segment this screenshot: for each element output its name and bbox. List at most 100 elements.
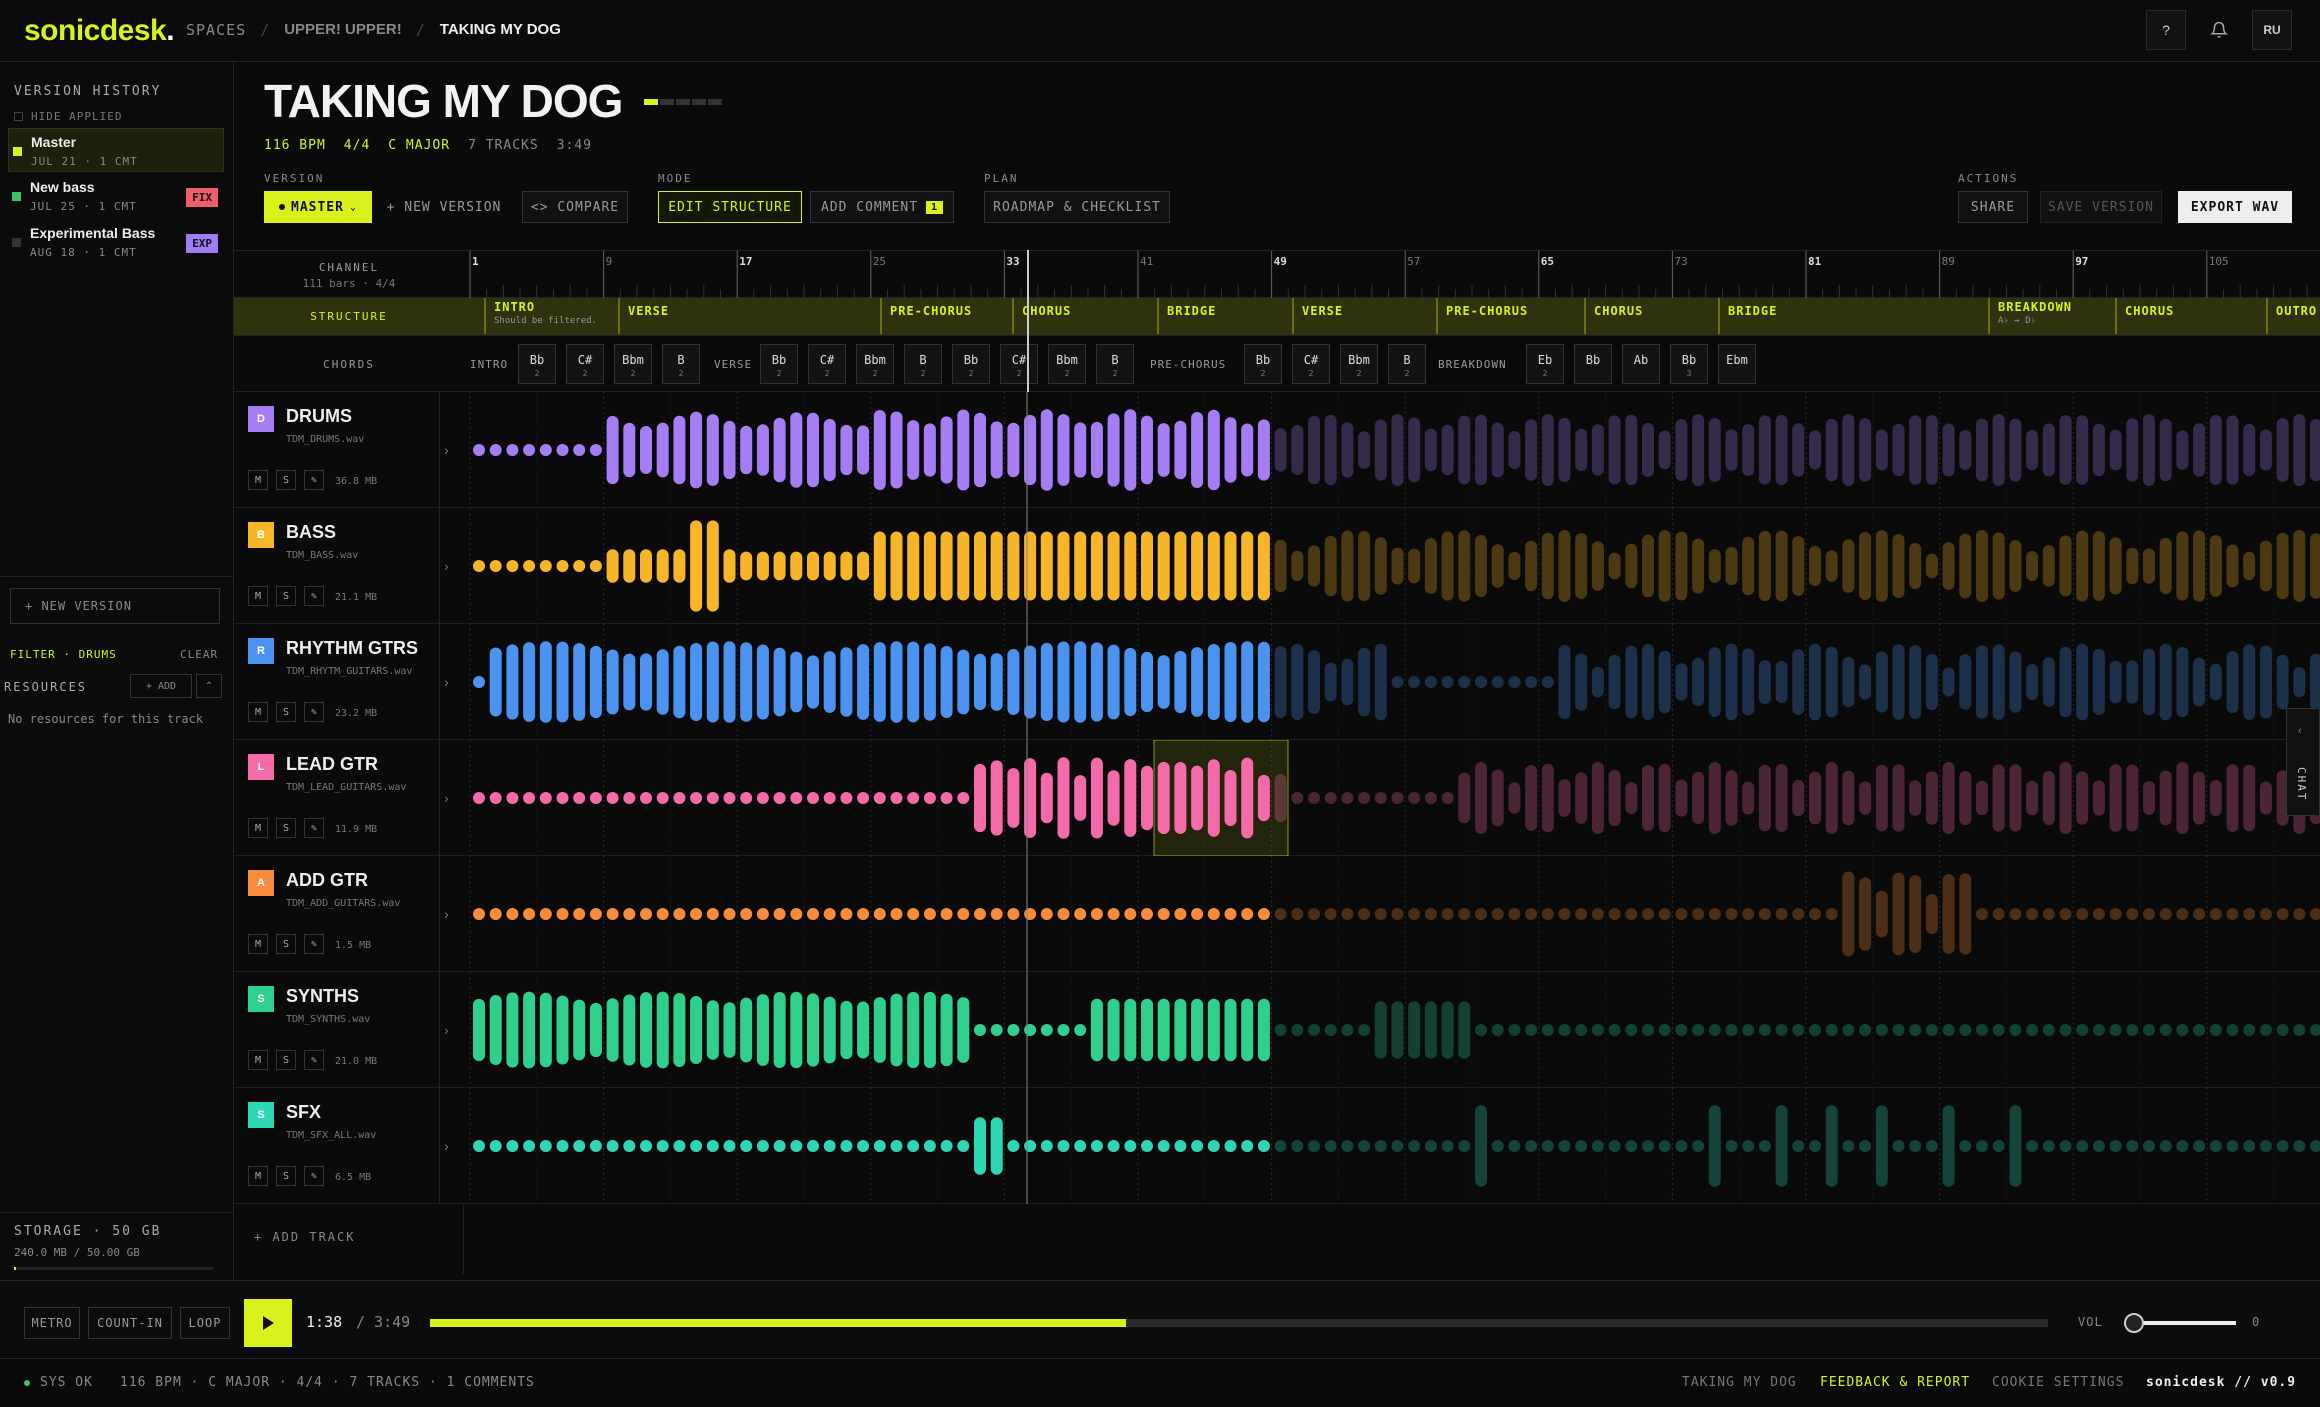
track-waveform[interactable] — [466, 392, 2320, 508]
chord-block[interactable]: Bbm 2 — [856, 344, 894, 384]
expand-track-icon[interactable]: › — [444, 790, 449, 806]
chord-block[interactable]: Bb 2 — [760, 344, 798, 384]
clear-filter-button[interactable]: CLEAR — [180, 648, 218, 661]
edit-track-button[interactable]: ✎ — [304, 1050, 324, 1070]
edit-track-button[interactable]: ✎ — [304, 470, 324, 490]
track-waveform[interactable] — [466, 1088, 2320, 1204]
solo-button[interactable]: S — [276, 818, 296, 838]
add-track-button[interactable]: + ADD TRACK — [254, 1230, 355, 1244]
chord-block[interactable]: Bb 3 — [1670, 344, 1708, 384]
status-song[interactable]: TAKING MY DOG — [1682, 1375, 1797, 1390]
structure-section-outro[interactable]: OUTRO — [2266, 298, 2320, 334]
chord-block[interactable]: Bb 2 — [518, 344, 556, 384]
chord-block[interactable]: B2 — [1388, 344, 1426, 384]
solo-button[interactable]: S — [276, 702, 296, 722]
structure-section-chorus[interactable]: CHORUS — [2115, 298, 2266, 334]
chord-block[interactable]: B2 — [1096, 344, 1134, 384]
compare-button[interactable]: <> COMPARE — [522, 191, 628, 223]
expand-track-icon[interactable]: › — [444, 558, 449, 574]
chord-block[interactable]: C# 2 — [566, 344, 604, 384]
feedback-link[interactable]: FEEDBACK & REPORT — [1820, 1375, 1970, 1390]
expand-track-icon[interactable]: › — [444, 1138, 449, 1154]
solo-button[interactable]: S — [276, 934, 296, 954]
expand-track-icon[interactable]: › — [444, 442, 449, 458]
track-row-lead-gtr[interactable]: L LEAD GTR TDM_LEAD_GUITARS.wav M S ✎ 11.9 MB › — [234, 740, 2320, 856]
solo-button[interactable]: S — [276, 586, 296, 606]
expand-track-icon[interactable]: › — [444, 674, 449, 690]
structure-section-verse[interactable]: VERSE — [1292, 298, 1432, 334]
edit-structure-button[interactable]: EDIT STRUCTURE — [658, 191, 802, 223]
mute-button[interactable]: M — [248, 702, 268, 722]
mute-button[interactable]: M — [248, 470, 268, 490]
breadcrumb-project[interactable]: UPPER! UPPER! — [284, 21, 402, 39]
collapse-resources-button[interactable]: ⌃ — [196, 674, 222, 698]
track-waveform[interactable] — [466, 972, 2320, 1088]
seek-bar[interactable] — [430, 1319, 2048, 1327]
mute-button[interactable]: M — [248, 818, 268, 838]
structure-section-chorus[interactable]: CHORUS — [1012, 298, 1155, 334]
export-wav-button[interactable]: EXPORT WAV — [2178, 191, 2292, 223]
chord-block[interactable]: Bbm 2 — [1048, 344, 1086, 384]
breadcrumb-spaces[interactable]: SPACES — [186, 21, 246, 39]
chord-block[interactable]: Bbm 2 — [614, 344, 652, 384]
chord-block[interactable]: Ebm — [1718, 344, 1756, 384]
track-row-synths[interactable]: S SYNTHS TDM_SYNTHS.wav M S ✎ 21.0 MB › — [234, 972, 2320, 1088]
ruler[interactable]: 1 9 17 25 33 41 49 57 65 73 81 89 97 105 — [466, 251, 2320, 299]
expand-track-icon[interactable]: › — [444, 1022, 449, 1038]
chord-block[interactable]: Bb 2 — [952, 344, 990, 384]
user-avatar[interactable]: RU — [2252, 10, 2292, 50]
structure-section-bridge[interactable]: BRIDGE — [1718, 298, 1988, 334]
chord-block[interactable]: Bbm 2 — [1340, 344, 1378, 384]
chord-block[interactable]: B2 — [904, 344, 942, 384]
playhead[interactable] — [1027, 250, 1029, 392]
structure-section-chorus[interactable]: CHORUS — [1584, 298, 1717, 334]
sidebar-new-version-button[interactable]: + NEW VERSION — [10, 588, 220, 624]
track-row-sfx[interactable]: S SFX TDM_SFX_ALL.wav M S ✎ 6.5 MB › — [234, 1088, 2320, 1204]
version-select[interactable]: MASTER ⌄ — [264, 191, 372, 223]
edit-track-button[interactable]: ✎ — [304, 934, 324, 954]
solo-button[interactable]: S — [276, 1166, 296, 1186]
chord-block[interactable]: Bb — [1574, 344, 1612, 384]
chord-block[interactable]: Eb 2 — [1526, 344, 1564, 384]
track-waveform[interactable] — [466, 508, 2320, 624]
play-button[interactable] — [244, 1299, 292, 1347]
track-row-bass[interactable]: B BASS TDM_BASS.wav M S ✎ 21.1 MB › — [234, 508, 2320, 624]
chord-block[interactable]: C# 2 — [808, 344, 846, 384]
chord-block[interactable]: C# 2 — [1000, 344, 1038, 384]
track-waveform[interactable] — [466, 624, 2320, 740]
mute-button[interactable]: M — [248, 1050, 268, 1070]
expand-track-icon[interactable]: › — [444, 906, 449, 922]
structure-section-verse[interactable]: VERSE — [618, 298, 878, 334]
mute-button[interactable]: M — [248, 586, 268, 606]
edit-track-button[interactable]: ✎ — [304, 818, 324, 838]
mute-button[interactable]: M — [248, 934, 268, 954]
metronome-button[interactable]: METRO — [24, 1307, 80, 1339]
loop-button[interactable]: LOOP — [180, 1307, 230, 1339]
edit-track-button[interactable]: ✎ — [304, 1166, 324, 1186]
track-row-rhythm-gtrs[interactable]: R RHYTHM GTRS TDM_RHYTM_GUITARS.wav M S ✎ 23.2… — [234, 624, 2320, 740]
structure-section-bridge[interactable]: BRIDGE — [1157, 298, 1291, 334]
version-item-experimental-bass[interactable]: Experimental Bass AUG 18 · 1 CMT EXP — [8, 220, 224, 264]
structure-section-pre-chorus[interactable]: PRE-CHORUS — [1436, 298, 1583, 334]
version-item-master[interactable]: Master JUL 21 · 1 CMT — [8, 128, 224, 172]
logo[interactable]: sonicdesk. — [24, 14, 175, 48]
add-resource-button[interactable]: + ADD — [130, 674, 192, 698]
track-waveform[interactable] — [466, 740, 2320, 856]
edit-track-button[interactable]: ✎ — [304, 586, 324, 606]
structure-section-breakdown[interactable]: BREAKDOWN A♭ → D♭ — [1988, 298, 2115, 334]
chord-block[interactable]: B2 — [662, 344, 700, 384]
new-version-button[interactable]: + NEW VERSION — [382, 191, 506, 223]
track-row-add-gtr[interactable]: A ADD GTR TDM_ADD_GUITARS.wav M S ✎ 1.5 MB › — [234, 856, 2320, 972]
solo-button[interactable]: S — [276, 470, 296, 490]
save-version-button[interactable]: SAVE VERSION — [2040, 191, 2162, 223]
chord-block[interactable]: C# 2 — [1292, 344, 1330, 384]
edit-track-button[interactable]: ✎ — [304, 702, 324, 722]
cookie-settings-link[interactable]: COOKIE SETTINGS — [1992, 1375, 2124, 1390]
chat-toggle[interactable]: ‹ CHAT — [2286, 708, 2320, 816]
share-button[interactable]: SHARE — [1958, 191, 2028, 223]
structure-section-intro[interactable]: INTRO Should be filtered... — [484, 298, 599, 334]
volume-slider-handle[interactable] — [2124, 1313, 2144, 1333]
version-item-new-bass[interactable]: New bass JUL 25 · 1 CMT FIX — [8, 174, 224, 218]
solo-button[interactable]: S — [276, 1050, 296, 1070]
track-row-drums[interactable]: D DRUMS TDM_DRUMS.wav M S ✎ 36.8 MB › — [234, 392, 2320, 508]
